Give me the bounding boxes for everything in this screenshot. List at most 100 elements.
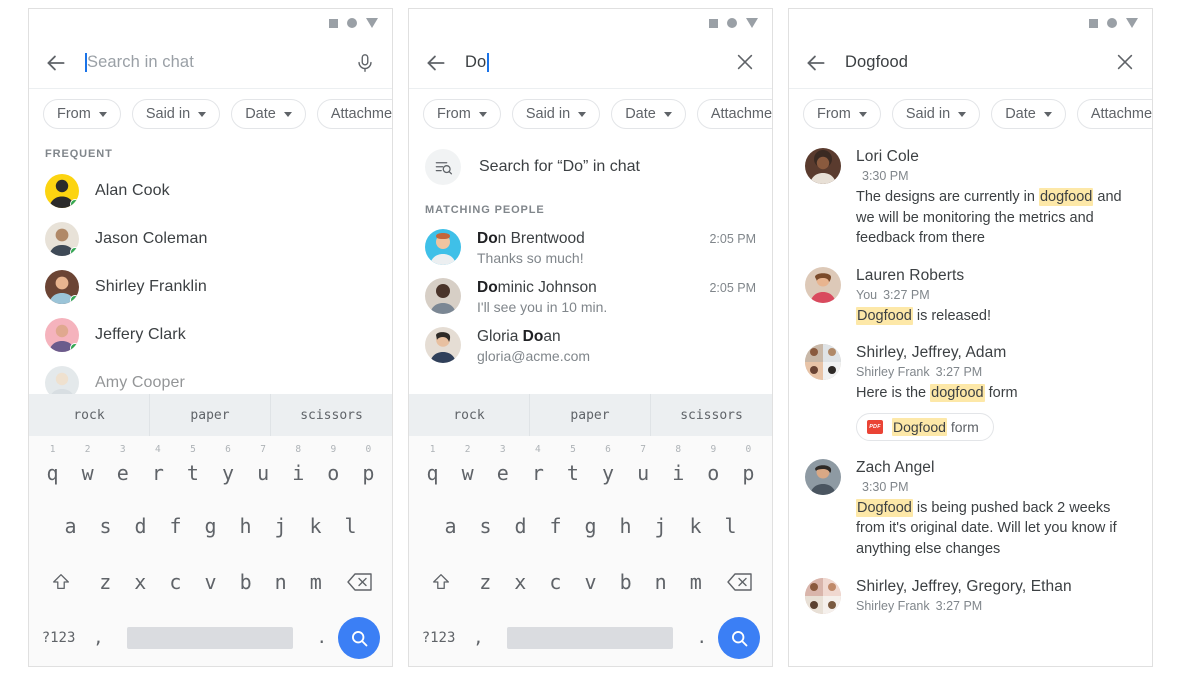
key-a[interactable]: a: [433, 498, 468, 554]
search-for-query-row[interactable]: Search for “Do” in chat: [409, 139, 772, 195]
shift-icon[interactable]: [415, 554, 468, 610]
list-item[interactable]: Alan Cook: [29, 167, 392, 215]
key-j[interactable]: j: [263, 498, 298, 554]
suggestion-scissors[interactable]: scissors: [651, 394, 772, 436]
list-item[interactable]: Shirley, Jeffrey, Adam Shirley Frank 3:27…: [789, 335, 1152, 450]
key-e[interactable]: 3e: [485, 436, 520, 498]
key-b[interactable]: b: [228, 554, 263, 610]
chip-date[interactable]: Date: [231, 99, 306, 129]
key-y[interactable]: 6y: [211, 436, 246, 498]
key-comma[interactable]: ,: [82, 628, 115, 648]
chip-attachment[interactable]: Attachmer: [316, 99, 392, 129]
key-h[interactable]: h: [608, 498, 643, 554]
list-item[interactable]: Shirley, Jeffrey, Gregory, Ethan Shirley…: [789, 569, 1152, 623]
key-k[interactable]: k: [678, 498, 713, 554]
suggestion-rock[interactable]: rock: [29, 394, 150, 436]
chip-attachment[interactable]: Attachme: [1076, 99, 1152, 129]
search-input[interactable]: Dogfood: [845, 53, 1106, 72]
chip-date[interactable]: Date: [991, 99, 1066, 129]
key-comma[interactable]: ,: [462, 628, 495, 648]
key-l[interactable]: l: [333, 498, 368, 554]
key-c[interactable]: c: [538, 554, 573, 610]
key-p[interactable]: 0p: [731, 436, 766, 498]
key-q[interactable]: 1q: [415, 436, 450, 498]
list-item[interactable]: Lori Cole 3:30 PM The designs are curren…: [789, 139, 1152, 258]
close-icon[interactable]: [1114, 51, 1136, 75]
back-arrow-icon[interactable]: [803, 50, 829, 76]
key-w[interactable]: 2w: [70, 436, 105, 498]
key-period[interactable]: .: [305, 628, 338, 648]
chip-from[interactable]: From: [43, 99, 121, 129]
symbols-key[interactable]: ?123: [35, 630, 82, 646]
key-v[interactable]: v: [193, 554, 228, 610]
key-d[interactable]: d: [503, 498, 538, 554]
key-s[interactable]: s: [468, 498, 503, 554]
key-c[interactable]: c: [158, 554, 193, 610]
key-x[interactable]: x: [123, 554, 158, 610]
key-r[interactable]: 4r: [520, 436, 555, 498]
key-i[interactable]: 8i: [661, 436, 696, 498]
key-w[interactable]: 2w: [450, 436, 485, 498]
chip-attachment[interactable]: Attachmer: [696, 99, 772, 129]
key-b[interactable]: b: [608, 554, 643, 610]
suggestion-paper[interactable]: paper: [530, 394, 651, 436]
list-item[interactable]: Dominic Johnson 2:05 PM I'll see you in …: [409, 272, 772, 321]
list-item[interactable]: Lauren Roberts You 3:27 PM Dogfood is rel…: [789, 258, 1152, 336]
backspace-icon[interactable]: [333, 554, 386, 610]
key-o[interactable]: 9o: [696, 436, 731, 498]
chip-from[interactable]: From: [803, 99, 881, 129]
key-m[interactable]: m: [678, 554, 713, 610]
key-n[interactable]: n: [643, 554, 678, 610]
list-item[interactable]: Gloria Doan gloria@acme.com: [409, 321, 772, 370]
key-y[interactable]: 6y: [591, 436, 626, 498]
key-a[interactable]: a: [53, 498, 88, 554]
chip-from[interactable]: From: [423, 99, 501, 129]
symbols-key[interactable]: ?123: [415, 630, 462, 646]
suggestion-scissors[interactable]: scissors: [271, 394, 392, 436]
key-p[interactable]: 0p: [351, 436, 386, 498]
key-x[interactable]: x: [503, 554, 538, 610]
key-q[interactable]: 1q: [35, 436, 70, 498]
search-icon[interactable]: [338, 617, 380, 659]
key-o[interactable]: 9o: [316, 436, 351, 498]
list-item[interactable]: Shirley Franklin: [29, 263, 392, 311]
key-g[interactable]: g: [573, 498, 608, 554]
chip-said-in[interactable]: Said in: [131, 99, 221, 129]
key-v[interactable]: v: [573, 554, 608, 610]
back-arrow-icon[interactable]: [423, 50, 449, 76]
key-l[interactable]: l: [713, 498, 748, 554]
key-f[interactable]: f: [538, 498, 573, 554]
key-period[interactable]: .: [685, 628, 718, 648]
attachment-chip[interactable]: PDF Dogfood form: [856, 412, 994, 441]
chip-date[interactable]: Date: [611, 99, 686, 129]
list-item[interactable]: Jeffery Clark: [29, 311, 392, 359]
search-input[interactable]: Do: [465, 53, 726, 72]
list-item[interactable]: Jason Coleman: [29, 215, 392, 263]
suggestion-rock[interactable]: rock: [409, 394, 530, 436]
key-m[interactable]: m: [298, 554, 333, 610]
key-t[interactable]: 5t: [555, 436, 590, 498]
key-h[interactable]: h: [228, 498, 263, 554]
key-t[interactable]: 5t: [175, 436, 210, 498]
suggestion-paper[interactable]: paper: [150, 394, 271, 436]
key-u[interactable]: 7u: [626, 436, 661, 498]
key-z[interactable]: z: [468, 554, 503, 610]
chip-said-in[interactable]: Said in: [891, 99, 981, 129]
key-u[interactable]: 7u: [246, 436, 281, 498]
chip-said-in[interactable]: Said in: [511, 99, 601, 129]
microphone-icon[interactable]: [354, 51, 376, 75]
key-r[interactable]: 4r: [140, 436, 175, 498]
back-arrow-icon[interactable]: [43, 50, 69, 76]
shift-icon[interactable]: [35, 554, 88, 610]
key-k[interactable]: k: [298, 498, 333, 554]
key-i[interactable]: 8i: [281, 436, 316, 498]
spacebar-key[interactable]: [506, 627, 674, 649]
key-s[interactable]: s: [88, 498, 123, 554]
key-n[interactable]: n: [263, 554, 298, 610]
search-icon[interactable]: [718, 617, 760, 659]
key-e[interactable]: 3e: [105, 436, 140, 498]
close-icon[interactable]: [734, 51, 756, 75]
key-f[interactable]: f: [158, 498, 193, 554]
backspace-icon[interactable]: [713, 554, 766, 610]
list-item[interactable]: Zach Angel 3:30 PM Dogfood is being push…: [789, 450, 1152, 569]
